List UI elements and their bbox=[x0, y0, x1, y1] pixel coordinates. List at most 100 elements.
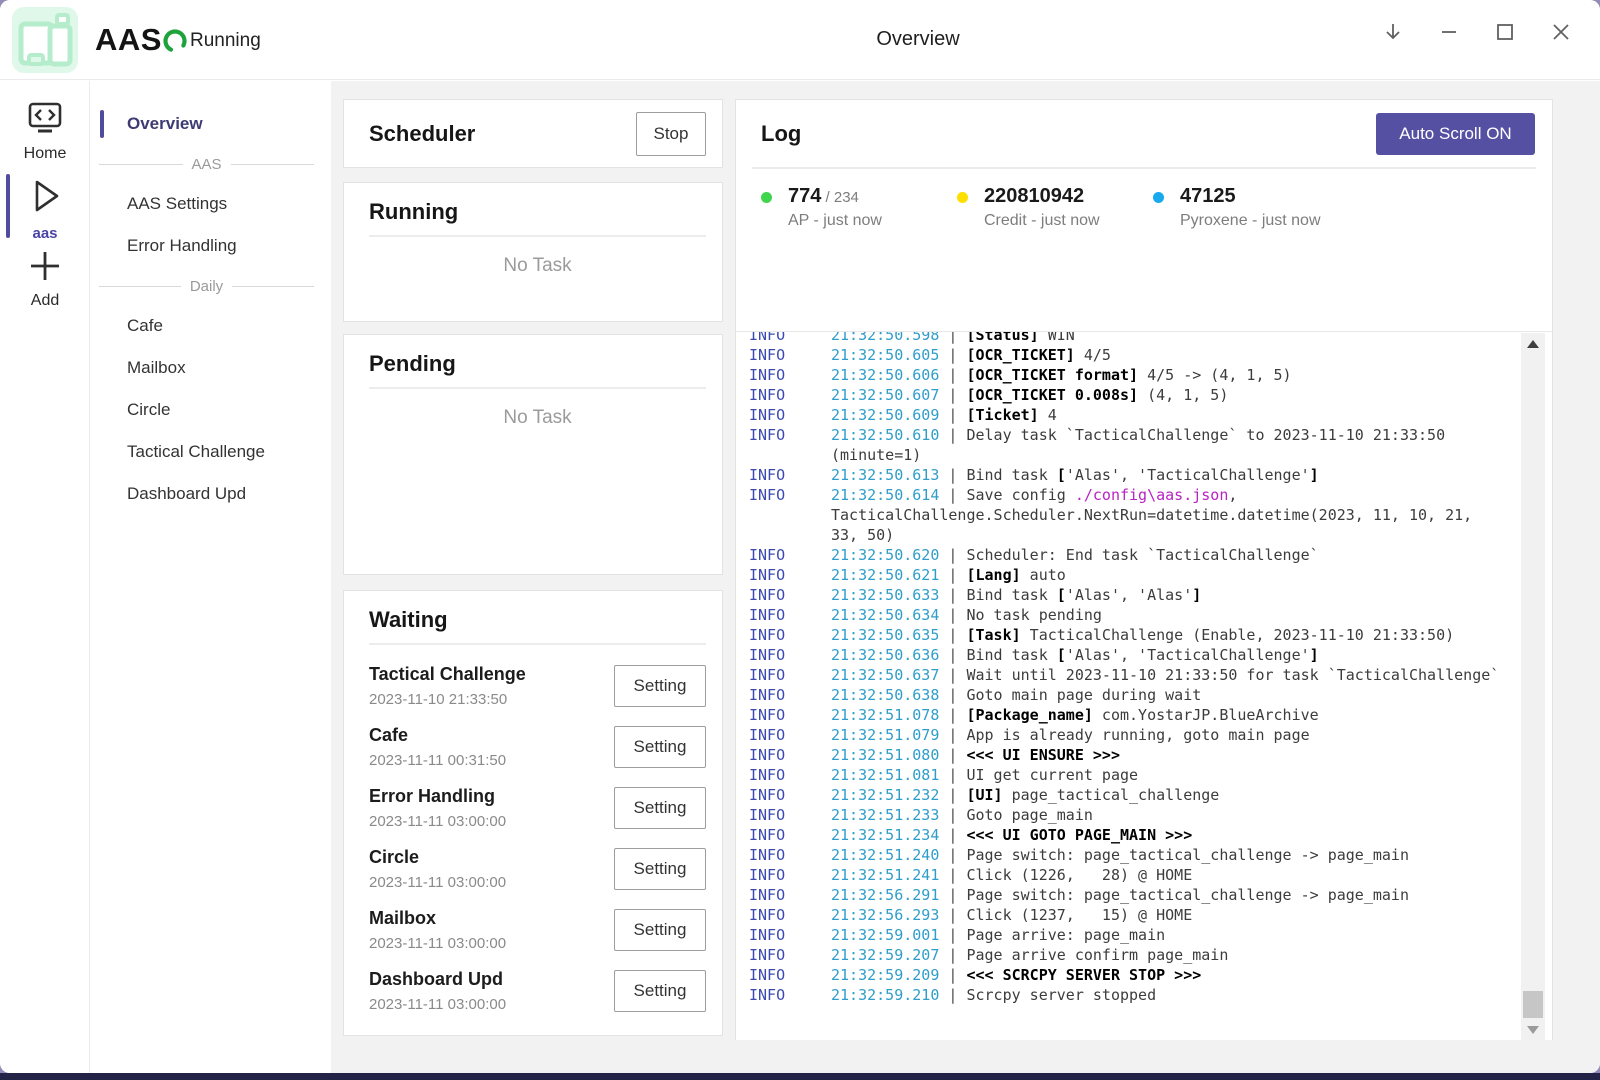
log-message: 21:32:50.610 | Delay task `TacticalChall… bbox=[831, 425, 1445, 445]
pending-title: Pending bbox=[369, 351, 706, 377]
log-message: 21:32:50.606 | [OCR_TICKET format] 4/5 -… bbox=[831, 365, 1292, 385]
setting-button[interactable]: Setting bbox=[614, 848, 706, 890]
nav-item-mailbox[interactable]: Mailbox bbox=[91, 347, 331, 389]
log-line: INFO21:32:50.610 | Delay task `TacticalC… bbox=[749, 425, 1552, 445]
nav-item-circle[interactable]: Circle bbox=[91, 389, 331, 431]
waiting-task-list: Tactical Challenge2023-11-10 21:33:50 Set… bbox=[369, 655, 706, 1021]
log-segment: [Package_name] bbox=[966, 706, 1092, 724]
log-message: 21:32:50.620 | Scheduler: End task `Tact… bbox=[831, 545, 1319, 565]
log-segment: page_tactical_challenge bbox=[1003, 786, 1220, 804]
log-segment: [OCR_TICKET 0.008s] bbox=[966, 386, 1138, 404]
task-next-run: 2023-11-11 03:00:00 bbox=[369, 813, 506, 830]
log-message: 21:32:50.607 | [OCR_TICKET 0.008s] (4, 1… bbox=[831, 385, 1228, 405]
setting-button[interactable]: Setting bbox=[614, 665, 706, 707]
maximize-icon[interactable] bbox=[1488, 17, 1522, 47]
nav-item-aas-settings[interactable]: AAS Settings bbox=[91, 183, 331, 225]
nav-item-overview[interactable]: Overview bbox=[91, 103, 331, 145]
log-level: INFO bbox=[749, 685, 831, 705]
divider bbox=[369, 643, 706, 645]
log-segment: [ bbox=[1057, 466, 1066, 484]
scrollbar-thumb[interactable] bbox=[1523, 991, 1543, 1018]
log-segment: ] bbox=[1310, 646, 1319, 664]
nav-item-error-handling[interactable]: Error Handling bbox=[91, 225, 331, 267]
nav-item-label: Cafe bbox=[127, 316, 163, 336]
nav-item-dashboard-upd[interactable]: Dashboard Upd bbox=[91, 473, 331, 515]
stat-text: 47125Pyroxene - just now bbox=[1180, 185, 1321, 230]
setting-button[interactable]: Setting bbox=[614, 909, 706, 951]
arrow-down-icon[interactable] bbox=[1376, 17, 1410, 47]
log-timestamp: 21:32:59.207 bbox=[831, 946, 939, 964]
log-lines: INFO21:32:50.598 | [Status] WININFO21:32… bbox=[736, 331, 1552, 1005]
log-line: INFO21:32:50.620 | Scheduler: End task `… bbox=[749, 545, 1552, 565]
rail-item-home[interactable]: Home bbox=[0, 100, 90, 163]
log-message: 21:32:50.613 | Bind task ['Alas', 'Tacti… bbox=[831, 465, 1319, 485]
setting-button[interactable]: Setting bbox=[614, 787, 706, 829]
log-segment: WIN bbox=[1039, 331, 1075, 344]
log-segment: TacticalChallenge.Scheduler.NextRun=date… bbox=[831, 506, 1472, 524]
task-next-run: 2023-11-11 03:00:00 bbox=[369, 935, 506, 952]
nav-item-label: Error Handling bbox=[127, 236, 237, 256]
task-info: Cafe2023-11-11 00:31:50 bbox=[369, 725, 506, 769]
log-segment: Bind task bbox=[966, 466, 1056, 484]
task-name: Cafe bbox=[369, 725, 506, 746]
nav-item-tactical-challenge[interactable]: Tactical Challenge bbox=[91, 431, 331, 473]
log-timestamp: 21:32:50.613 bbox=[831, 466, 939, 484]
divider bbox=[369, 387, 706, 389]
log-timestamp: 21:32:51.078 bbox=[831, 706, 939, 724]
background-strip bbox=[0, 1073, 1600, 1080]
log-level: INFO bbox=[749, 385, 831, 405]
log-level: INFO bbox=[749, 545, 831, 565]
window-controls bbox=[1376, 17, 1578, 47]
log-line: INFO21:32:50.598 | [Status] WIN bbox=[749, 331, 1552, 345]
log-segment: UI get current page bbox=[966, 766, 1138, 784]
app-logo-icon bbox=[12, 7, 78, 73]
log-line: INFO21:32:51.080 | <<< UI ENSURE >>> bbox=[749, 745, 1552, 765]
close-icon[interactable] bbox=[1544, 17, 1578, 47]
log-segment: Click (1237, 15) @ HOME bbox=[966, 906, 1192, 924]
rail-item-aas[interactable]: aas bbox=[0, 174, 90, 242]
log-segment: [ bbox=[1057, 646, 1066, 664]
log-segment: [OCR_TICKET format] bbox=[966, 366, 1138, 384]
log-line: INFO21:32:50.606 | [OCR_TICKET format] 4… bbox=[749, 365, 1552, 385]
app-name: AAS bbox=[95, 22, 162, 58]
log-view[interactable]: INFO21:32:50.598 | [Status] WININFO21:32… bbox=[736, 331, 1552, 1040]
minimize-icon[interactable] bbox=[1432, 17, 1466, 47]
nav-section-label: Daily bbox=[190, 278, 223, 295]
scheduler-card: Scheduler Stop bbox=[343, 99, 723, 168]
log-segment: auto bbox=[1021, 566, 1066, 584]
task-name: Tactical Challenge bbox=[369, 664, 526, 685]
running-empty-text: No Task bbox=[369, 255, 706, 277]
stop-button[interactable]: Stop bbox=[636, 112, 706, 156]
nav-item-label: Circle bbox=[127, 400, 170, 420]
setting-button[interactable]: Setting bbox=[614, 970, 706, 1012]
log-message: 21:32:50.633 | Bind task ['Alas', 'Alas'… bbox=[831, 585, 1201, 605]
rail-item-add[interactable]: Add bbox=[0, 247, 90, 310]
log-message: 21:32:50.637 | Wait until 2023-11-10 21:… bbox=[831, 665, 1499, 685]
running-spinner-icon bbox=[162, 28, 188, 54]
log-scrollbar[interactable] bbox=[1521, 333, 1545, 1040]
log-line: INFO21:32:56.291 | Page switch: page_tac… bbox=[749, 885, 1552, 905]
log-segment: 4/5 bbox=[1075, 346, 1111, 364]
log-line: (minute=1) bbox=[749, 445, 1552, 465]
log-header: Log Auto Scroll ON bbox=[736, 100, 1552, 155]
log-timestamp: 21:32:50.605 bbox=[831, 346, 939, 364]
setting-button[interactable]: Setting bbox=[614, 726, 706, 768]
log-line: INFO21:32:50.638 | Goto main page during… bbox=[749, 685, 1552, 705]
log-segment: 'Alas', 'TacticalChallenge' bbox=[1066, 646, 1310, 664]
stat-value: 47125 bbox=[1180, 185, 1321, 208]
scroll-up-arrow-icon[interactable] bbox=[1527, 340, 1539, 348]
log-timestamp: 21:32:51.079 bbox=[831, 726, 939, 744]
log-timestamp: 21:32:50.635 bbox=[831, 626, 939, 644]
nav-item-cafe[interactable]: Cafe bbox=[91, 305, 331, 347]
log-message: TacticalChallenge.Scheduler.NextRun=date… bbox=[831, 505, 1472, 525]
task-info: Tactical Challenge2023-11-10 21:33:50 bbox=[369, 664, 526, 708]
log-line: INFO21:32:51.241 | Click (1226, 28) @ HO… bbox=[749, 865, 1552, 885]
log-separator: | bbox=[939, 706, 966, 724]
log-line: INFO21:32:50.613 | Bind task ['Alas', 'T… bbox=[749, 465, 1552, 485]
scroll-down-arrow-icon[interactable] bbox=[1527, 1026, 1539, 1034]
log-separator: | bbox=[939, 386, 966, 404]
log-level: INFO bbox=[749, 345, 831, 365]
log-message: 33, 50) bbox=[831, 525, 894, 545]
nav-item-label: Dashboard Upd bbox=[127, 484, 246, 504]
auto-scroll-button[interactable]: Auto Scroll ON bbox=[1376, 113, 1535, 155]
